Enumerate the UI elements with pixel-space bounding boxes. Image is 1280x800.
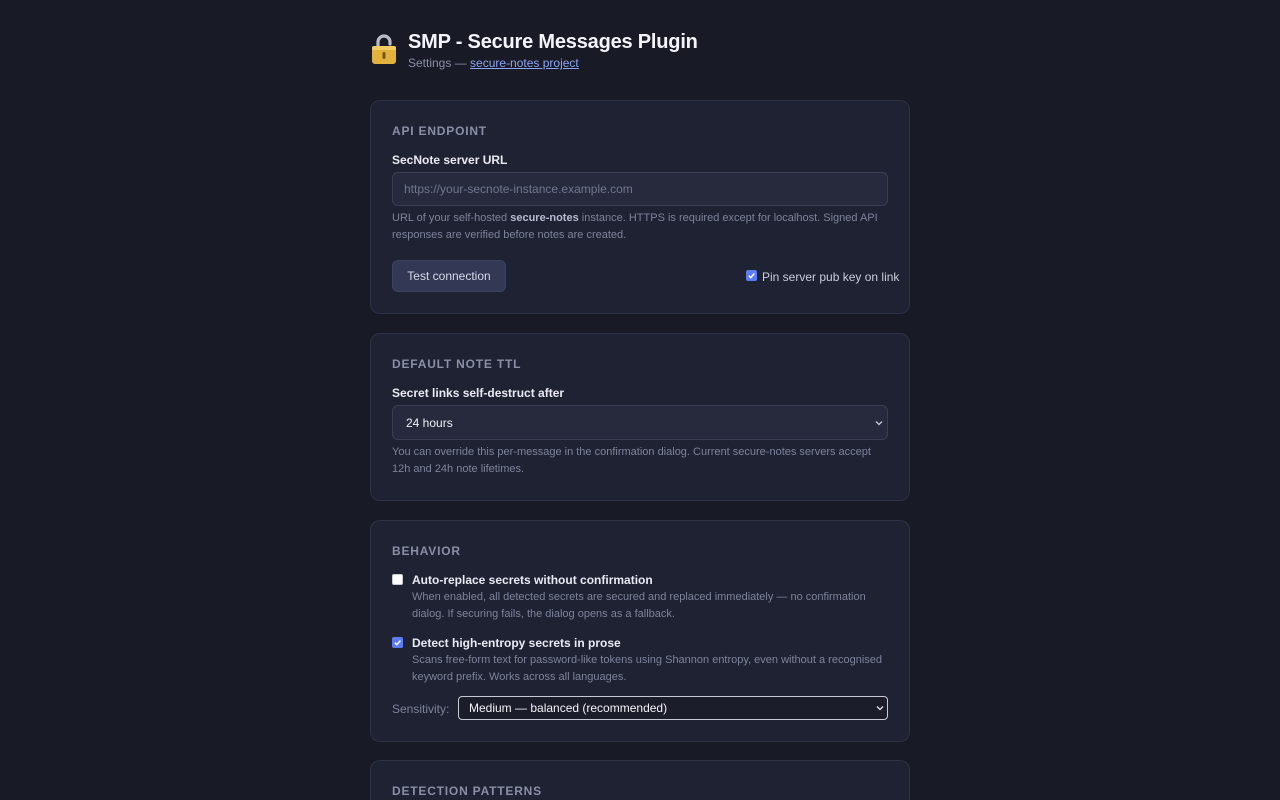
chevron-down-icon <box>876 706 884 711</box>
ttl-selected-value: 24 hours <box>406 416 453 430</box>
project-link[interactable]: secure-notes project <box>470 56 579 70</box>
pin-pubkey-checkbox[interactable] <box>746 270 757 281</box>
server-url-help: URL of your self-hosted secure-notes ins… <box>392 210 888 244</box>
chevron-down-icon <box>875 421 883 426</box>
ttl-help: You can override this per-message in the… <box>392 446 871 475</box>
behavior-card: BEHAVIOR Auto-replace secrets without co… <box>370 520 910 742</box>
help-text-pre: URL of your self-hosted <box>392 212 508 224</box>
entropy-title: Detect high-entropy secrets in prose <box>412 636 621 650</box>
auto-replace-title: Auto-replace secrets without confirmatio… <box>412 573 653 587</box>
lock-icon <box>372 34 396 64</box>
pin-pubkey-label: Pin server pub key on link <box>762 270 900 284</box>
detection-patterns-card: DETECTION PATTERNS <box>370 760 910 800</box>
entropy-checkbox[interactable] <box>392 637 403 648</box>
auto-replace-checkbox[interactable] <box>392 574 403 585</box>
sensitivity-label: Sensitivity: <box>392 702 450 716</box>
check-icon <box>394 640 401 646</box>
section-title-patterns: DETECTION PATTERNS <box>392 784 542 798</box>
ttl-select[interactable]: 24 hours <box>392 405 888 440</box>
subtitle-prefix: Settings — <box>408 56 467 70</box>
section-title-api: API ENDPOINT <box>392 124 487 138</box>
server-url-input[interactable] <box>392 172 888 206</box>
server-url-label: SecNote server URL <box>392 153 508 167</box>
sensitivity-selected-value: Medium — balanced (recommended) <box>469 701 668 715</box>
page-title: SMP - Secure Messages Plugin <box>408 31 698 53</box>
api-endpoint-card: API ENDPOINT SecNote server URL URL of y… <box>370 100 910 314</box>
section-title-ttl: DEFAULT NOTE TTL <box>392 357 522 371</box>
test-connection-button[interactable]: Test connection <box>392 260 506 292</box>
help-text-bold: secure-notes <box>510 212 579 224</box>
note-ttl-card: DEFAULT NOTE TTL Secret links self-destr… <box>370 333 910 501</box>
section-title-behavior: BEHAVIOR <box>392 544 461 558</box>
ttl-label: Secret links self-destruct after <box>392 386 565 400</box>
check-icon <box>748 273 755 279</box>
page-subtitle: Settings — secure-notes project <box>408 56 579 70</box>
sensitivity-select[interactable]: Medium — balanced (recommended) <box>458 696 888 720</box>
page-header: SMP - Secure Messages Plugin Settings — … <box>370 30 910 80</box>
entropy-help: Scans free-form text for password-like t… <box>412 654 882 683</box>
auto-replace-help: When enabled, all detected secrets are s… <box>412 591 866 620</box>
